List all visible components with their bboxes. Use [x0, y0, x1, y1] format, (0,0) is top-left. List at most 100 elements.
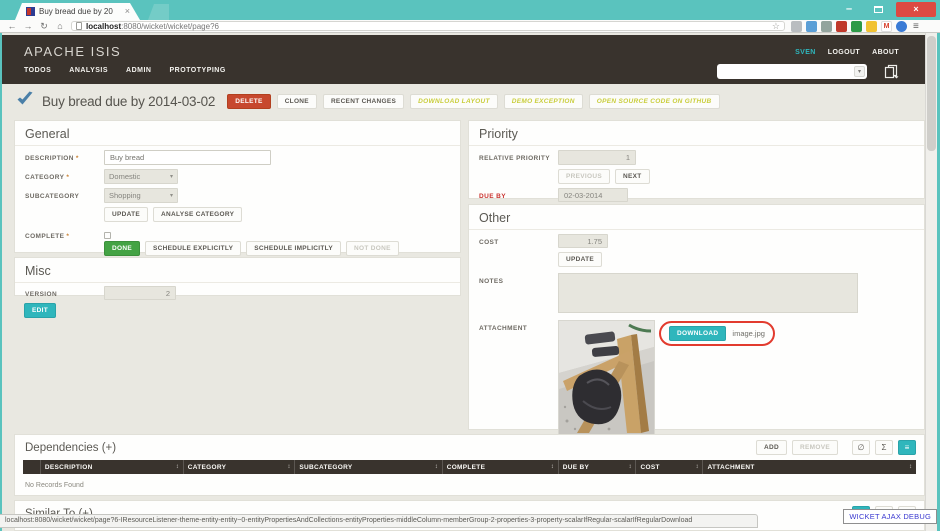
extension-icon[interactable] — [821, 21, 832, 32]
browser-titlebar: Buy bread due by 20 × – × — [0, 0, 940, 20]
extension-icon[interactable] — [791, 21, 802, 32]
column-cost[interactable]: COST↕ — [636, 460, 703, 474]
update-category-button[interactable]: UPDATE — [104, 207, 148, 222]
open-source-code-button[interactable]: OPEN SOURCE CODE ON GITHUB — [589, 94, 720, 109]
column-description[interactable]: DESCRIPTION↕ — [41, 460, 184, 474]
done-button[interactable]: DONE — [104, 241, 140, 256]
edit-button[interactable]: EDIT — [24, 303, 56, 318]
menu-item-prototyping[interactable]: PROTOTYPING — [169, 67, 225, 74]
notes-label: NOTES — [479, 273, 558, 285]
scrollbar-thumb[interactable] — [927, 36, 936, 151]
extension-icon[interactable] — [836, 21, 847, 32]
general-panel-title: General — [15, 121, 460, 146]
cost-field — [558, 234, 608, 248]
about-link[interactable]: ABOUT — [872, 49, 899, 56]
window-maximize-button[interactable] — [866, 2, 890, 17]
new-tab-button[interactable] — [143, 4, 169, 20]
relative-priority-field — [558, 150, 636, 165]
gmail-icon[interactable]: M — [881, 21, 892, 32]
forward-icon[interactable]: → — [20, 20, 36, 32]
summary-view-icon[interactable]: Σ — [875, 440, 893, 455]
download-button[interactable]: DOWNLOAD — [669, 326, 726, 341]
sort-icon[interactable]: ↕ — [435, 464, 438, 470]
download-layout-button[interactable]: DOWNLOAD LAYOUT — [410, 94, 498, 109]
menu-item-todos[interactable]: TODOS — [24, 67, 51, 74]
app-header: APACHE ISIS TODOS ANALYSIS ADMIN PROTOTY… — [2, 35, 925, 84]
column-complete[interactable]: COMPLETE↕ — [443, 460, 559, 474]
column-category[interactable]: CATEGORY↕ — [184, 460, 296, 474]
extension-icon[interactable] — [851, 21, 862, 32]
recent-changes-button[interactable]: RECENT CHANGES — [323, 94, 404, 109]
chevron-down-icon: ▾ — [170, 173, 173, 180]
subcategory-select: Shopping▾ — [104, 188, 178, 203]
clone-button[interactable]: CLONE — [277, 94, 317, 109]
next-button[interactable]: NEXT — [615, 169, 650, 184]
page-icon — [76, 22, 82, 30]
tab-close-icon[interactable]: × — [125, 7, 130, 16]
analyse-category-button[interactable]: ANALYSE CATEGORY — [153, 207, 242, 222]
extension-icon[interactable] — [896, 21, 907, 32]
schedule-implicitly-button[interactable]: SCHEDULE IMPLICITLY — [246, 241, 341, 256]
priority-panel: Priority RELATIVE PRIORITY PREVIOUS NEXT… — [468, 120, 925, 199]
url-path: :8080/wicket/wicket/page?6 — [121, 22, 219, 31]
complete-checkbox[interactable] — [104, 232, 111, 239]
url-host: localhost — [86, 22, 121, 31]
todo-check-icon — [16, 91, 34, 111]
url-bar[interactable]: localhost:8080/wicket/wicket/page?6 ☆ — [71, 21, 785, 31]
menu-item-admin[interactable]: ADMIN — [126, 67, 151, 74]
app-brand[interactable]: APACHE ISIS — [24, 44, 121, 59]
demo-exception-button[interactable]: DEMO EXCEPTION — [504, 94, 583, 109]
chrome-menu-icon[interactable]: ≡ — [913, 21, 919, 32]
sort-icon[interactable]: ↕ — [628, 464, 631, 470]
main-menu: TODOS ANALYSIS ADMIN PROTOTYPING — [24, 67, 226, 74]
add-dependency-button[interactable]: ADD — [756, 440, 787, 455]
attachment-image — [558, 320, 655, 435]
description-field[interactable] — [104, 150, 271, 165]
due-by-field — [558, 188, 628, 202]
status-link-preview: localhost:8080/wicket/wicket/page?6-IRes… — [0, 514, 758, 528]
delete-button[interactable]: DELETE — [227, 94, 270, 109]
sort-icon[interactable]: ↕ — [176, 464, 179, 470]
chevron-down-icon[interactable]: ▾ — [854, 66, 865, 77]
extension-icon[interactable] — [806, 21, 817, 32]
window-minimize-button[interactable]: – — [838, 2, 860, 17]
wicket-ajax-debug-link[interactable]: WICKET AJAX DEBUG — [843, 509, 937, 524]
drive-icon[interactable] — [866, 21, 877, 32]
description-label: DESCRIPTION* — [25, 150, 104, 162]
search-select[interactable]: ▾ — [717, 64, 867, 79]
update-cost-button[interactable]: UPDATE — [558, 252, 602, 267]
url-text: localhost:8080/wicket/wicket/page?6 — [86, 22, 219, 31]
general-panel: General DESCRIPTION* CATEGORY* Domestic▾… — [14, 120, 461, 253]
browser-tab[interactable]: Buy bread due by 20 × — [8, 3, 140, 20]
sort-icon[interactable]: ↕ — [287, 464, 290, 470]
notes-field — [558, 273, 858, 313]
column-attachment[interactable]: ATTACHMENT↕ — [703, 460, 916, 474]
hide-columns-icon[interactable]: ∅ — [852, 440, 870, 455]
schedule-explicitly-button[interactable]: SCHEDULE EXPLICITLY — [145, 241, 241, 256]
attachment-label: ATTACHMENT — [479, 320, 558, 332]
sort-icon[interactable]: ↕ — [551, 464, 554, 470]
logout-link[interactable]: LOGOUT — [828, 49, 860, 56]
priority-panel-title: Priority — [469, 121, 924, 146]
copy-bookmark-icon[interactable] — [883, 64, 899, 84]
bookmark-star-icon[interactable]: ☆ — [772, 21, 780, 31]
no-records-message: No Records Found — [15, 474, 924, 489]
reload-icon[interactable]: ↻ — [36, 20, 52, 32]
subcategory-label: SUBCATEGORY — [25, 188, 104, 200]
home-icon[interactable]: ⌂ — [52, 20, 68, 32]
cost-label: COST — [479, 234, 558, 246]
user-name-link[interactable]: SVEN — [795, 49, 816, 56]
sort-icon[interactable]: ↕ — [695, 464, 698, 470]
window-close-button[interactable]: × — [896, 2, 936, 17]
back-icon[interactable]: ← — [4, 20, 20, 32]
other-panel-title: Other — [469, 205, 924, 230]
column-subcategory[interactable]: SUBCATEGORY↕ — [295, 460, 442, 474]
menu-item-analysis[interactable]: ANALYSIS — [69, 67, 108, 74]
page-scrollbar[interactable] — [925, 33, 937, 531]
list-view-icon[interactable]: ≡ — [898, 440, 916, 455]
misc-panel-title: Misc — [15, 258, 460, 283]
column-due-by[interactable]: DUE BY↕ — [559, 460, 637, 474]
sort-icon[interactable]: ↕ — [909, 464, 912, 470]
version-field — [104, 286, 176, 300]
extensions-row: M — [791, 21, 907, 32]
